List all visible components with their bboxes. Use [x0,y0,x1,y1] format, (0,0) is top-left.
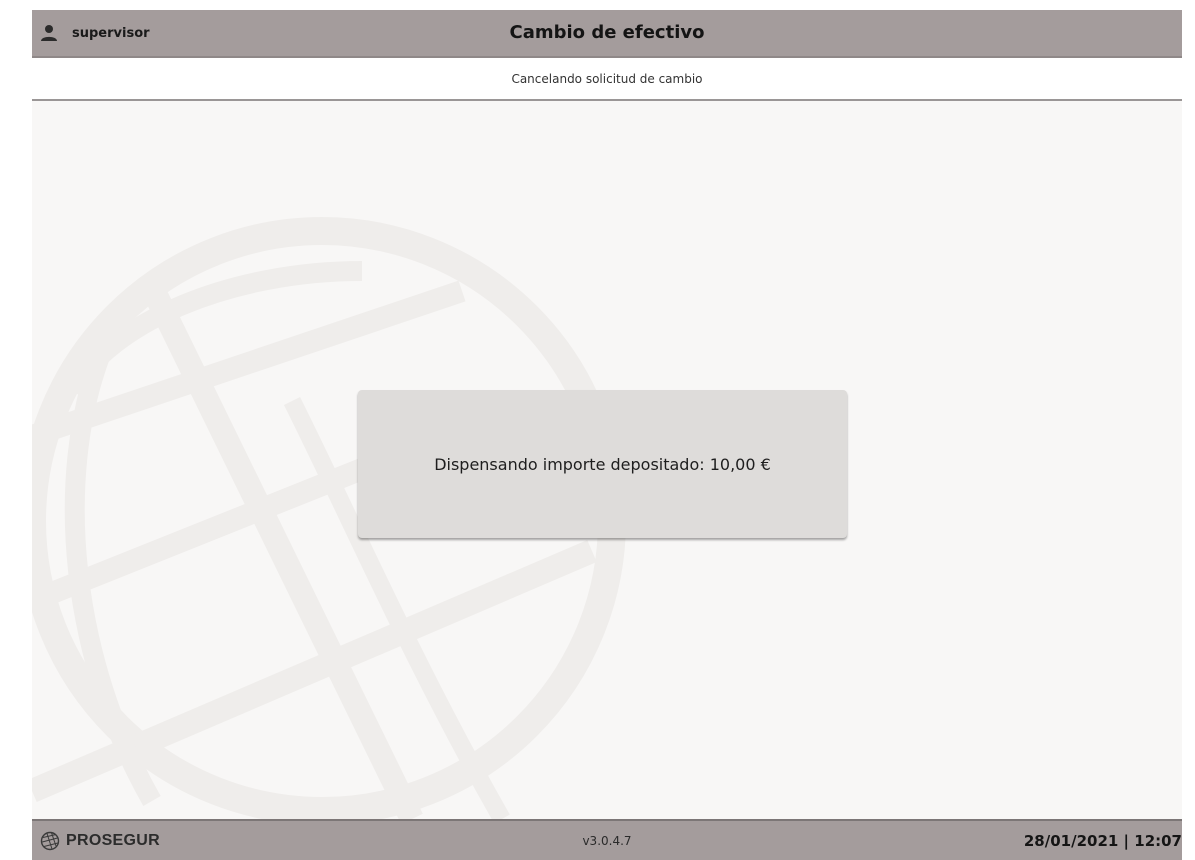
bottom-bar: PROSEGUR v3.0.4.7 28/01/2021 | 12:07 [32,819,1182,860]
status-text: Cancelando solicitud de cambio [511,72,703,86]
status-bar: Cancelando solicitud de cambio [32,58,1182,101]
cash-change-screen: supervisor Cambio de efectivo Cancelando… [32,10,1182,860]
version-label: v3.0.4.7 [582,834,632,848]
page-title: Cambio de efectivo [509,22,705,43]
dialog-message: Dispensando importe depositado: 10,00 € [434,454,771,474]
top-bar: supervisor Cambio de efectivo [32,10,1182,58]
datetime-label: 28/01/2021 | 12:07 [1023,832,1182,850]
dispensing-dialog: Dispensando importe depositado: 10,00 € [358,390,847,538]
